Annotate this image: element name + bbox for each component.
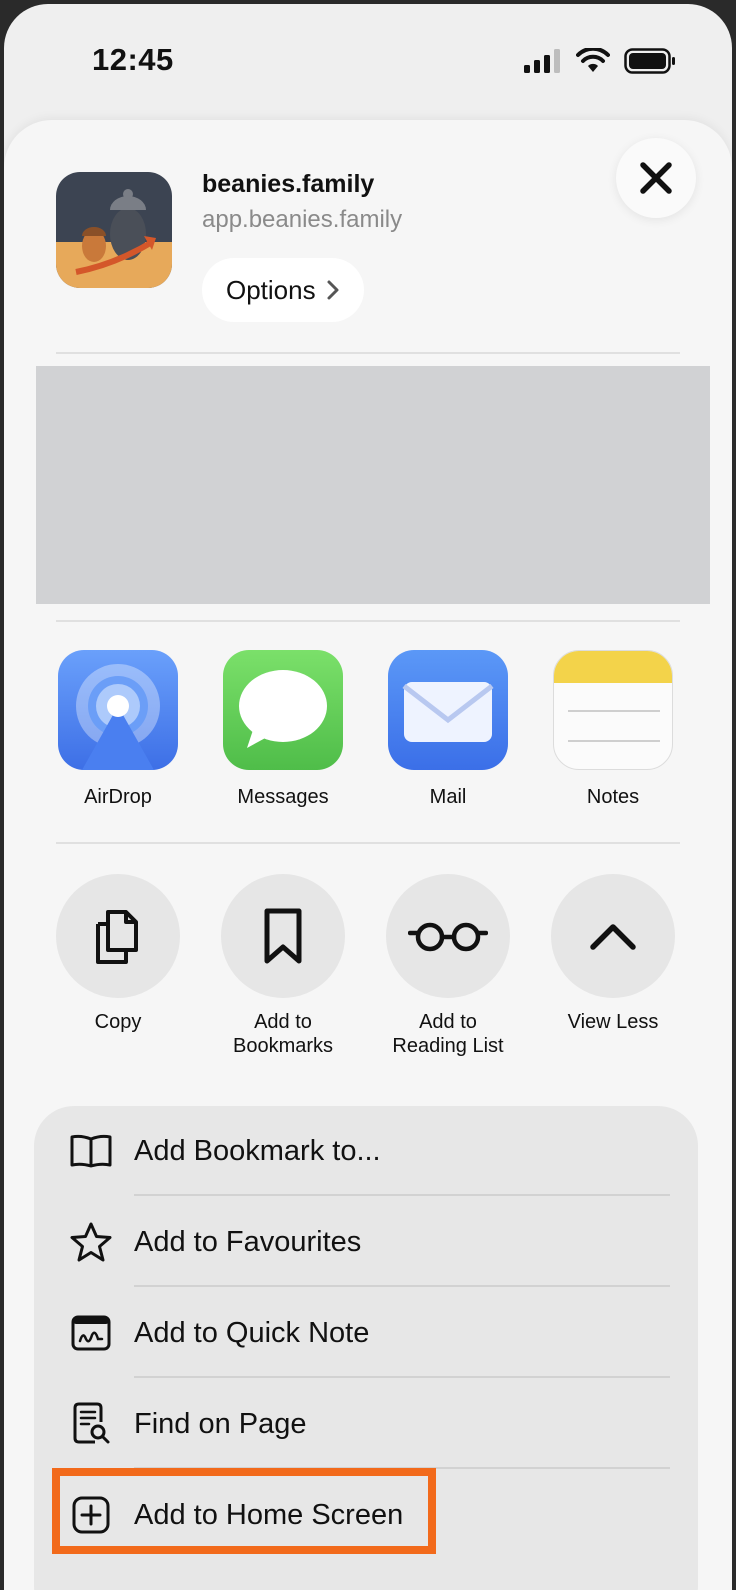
close-button[interactable] — [616, 138, 696, 218]
actions-menu: Add Bookmark to... Add to Favourites Add… — [34, 1106, 698, 1590]
menu-separator — [134, 1285, 670, 1287]
status-icons — [524, 48, 676, 74]
action-copy[interactable]: Copy — [38, 874, 198, 1034]
find-on-page-icon — [68, 1401, 114, 1447]
wifi-icon — [576, 48, 610, 72]
action-label-line: Bookmarks — [232, 1035, 334, 1057]
action-label-line: Add to — [254, 1011, 312, 1033]
options-label: Options — [226, 274, 316, 305]
action-circle — [551, 874, 675, 998]
copy-icon — [96, 910, 138, 964]
menu-label: Add Bookmark to... — [134, 1135, 381, 1167]
divider — [56, 842, 680, 844]
page-preview — [36, 366, 710, 604]
action-label-line: Reading List — [392, 1035, 504, 1057]
status-time: 12:45 — [92, 42, 174, 77]
airdrop-icon — [58, 650, 178, 770]
share-label: Messages — [237, 786, 329, 808]
glasses-icon — [408, 922, 488, 952]
quick-note-icon — [68, 1310, 114, 1356]
menu-separator — [134, 1194, 670, 1196]
menu-separator — [134, 1467, 670, 1469]
site-url: app.beanies.family — [202, 206, 403, 233]
share-sheet: beanies.family app.beanies.family Option… — [4, 120, 732, 1590]
share-label: AirDrop — [84, 786, 152, 808]
menu-item-find-on-page[interactable]: Find on Page — [34, 1379, 698, 1469]
share-apps-row: AirDrop Messages Mail Notes — [4, 650, 732, 820]
menu-separator — [134, 1376, 670, 1378]
menu-label: Add to Favourites — [134, 1226, 362, 1258]
notes-icon — [553, 650, 673, 770]
divider — [56, 620, 680, 622]
share-app-airdrop[interactable]: AirDrop — [48, 650, 188, 809]
share-label: Mail — [429, 786, 467, 808]
share-app-mail[interactable]: Mail — [378, 650, 518, 809]
menu-item-add-to-favourites[interactable]: Add to Favourites — [34, 1197, 698, 1287]
menu-label: Add to Quick Note — [134, 1317, 370, 1349]
app-icon — [56, 172, 172, 288]
action-label: Add to Reading List — [368, 1010, 528, 1058]
action-circle — [386, 874, 510, 998]
share-app-messages[interactable]: Messages — [213, 650, 353, 809]
action-label-line: Add to — [419, 1011, 477, 1033]
share-app-notes[interactable]: Notes — [543, 650, 683, 809]
share-label: Notes — [586, 786, 640, 808]
chevron-right-icon — [327, 280, 339, 300]
action-label: Add to Bookmarks — [203, 1010, 363, 1058]
book-icon — [68, 1128, 114, 1174]
menu-label: Find on Page — [134, 1408, 307, 1440]
action-label-line: Copy — [94, 1011, 142, 1033]
battery-icon — [624, 48, 675, 74]
bookmark-icon — [264, 908, 302, 964]
action-circle — [56, 874, 180, 998]
action-add-to-bookmarks[interactable]: Add to Bookmarks — [203, 874, 363, 1058]
action-label-line: View Less — [567, 1011, 659, 1033]
menu-item-add-to-quick-note[interactable]: Add to Quick Note — [34, 1288, 698, 1378]
mail-icon — [388, 650, 508, 770]
messages-icon — [223, 650, 343, 770]
action-label: View Less — [533, 1010, 693, 1034]
menu-label: Add to Home Screen — [134, 1499, 404, 1531]
action-circle — [221, 874, 345, 998]
star-icon — [68, 1219, 114, 1265]
plus-square-icon — [68, 1492, 114, 1538]
divider — [56, 352, 680, 354]
chevron-up-icon — [590, 924, 636, 950]
screen: 12:45 beanies.family app.beanies.family … — [4, 4, 732, 1590]
action-view-less[interactable]: View Less — [533, 874, 693, 1034]
signal-icon — [524, 49, 560, 73]
menu-item-add-bookmark-to[interactable]: Add Bookmark to... — [34, 1106, 698, 1196]
menu-item-add-to-home-screen[interactable]: Add to Home Screen — [34, 1470, 698, 1560]
action-label: Copy — [38, 1010, 198, 1034]
actions-row: Copy Add to Bookmarks Add to Reading Lis… — [4, 874, 732, 1074]
action-add-to-reading-list[interactable]: Add to Reading List — [368, 874, 528, 1058]
site-name: beanies.family — [202, 170, 375, 198]
options-button[interactable]: Options — [202, 258, 364, 322]
close-icon — [640, 162, 672, 194]
status-bar: 12:45 — [4, 4, 732, 114]
